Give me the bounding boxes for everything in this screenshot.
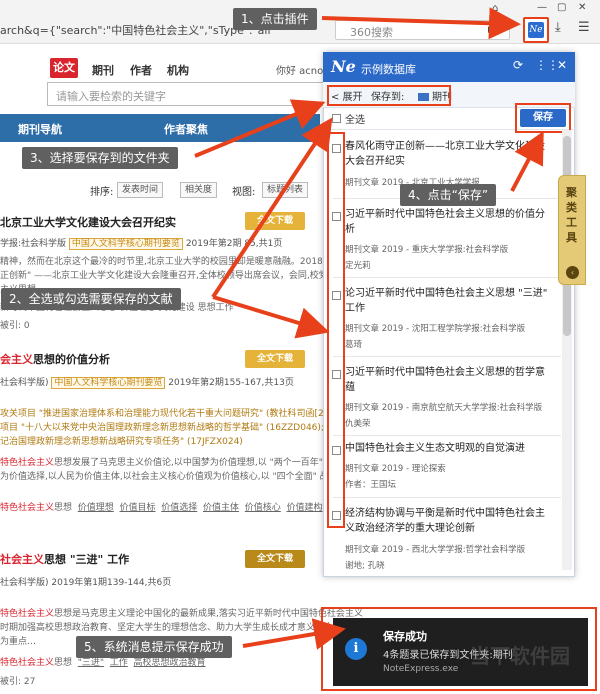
- view-title-list[interactable]: 标题列表: [262, 182, 309, 198]
- item-author: 谢地; 孔晓: [345, 561, 385, 571]
- noteexpress-plugin-button[interactable]: Ne: [523, 17, 549, 43]
- article-source[interactable]: 学报:社会科学版: [0, 239, 66, 249]
- fund-line: 记治国理政新理念新思想新战略研究专项任务" (17JFZX024): [0, 437, 243, 447]
- fulltext-download-button[interactable]: 全文下载: [245, 550, 305, 568]
- journal-nav-bar: 期刊导航 作者聚焦: [0, 114, 320, 142]
- abstract-line: 正创新" ——北京工业大学文化建设大会隆重召开,全体校领导出席会议，会同,校党委: [0, 271, 337, 281]
- sort-by-date[interactable]: 发表时间: [117, 182, 164, 198]
- toast-title: 保存成功: [383, 630, 427, 643]
- fund-line: 攻关项目 "推进国家治理体系和治理能力现代化若干重大问题研究" (教社科司函[2…: [0, 409, 341, 419]
- core-journal-tag: 中国人文科学核心期刊要览: [51, 377, 166, 389]
- fulltext-download-button[interactable]: 全文下载: [245, 212, 305, 230]
- tab-institutions[interactable]: 机构: [167, 62, 189, 78]
- item-author: 作者：王国坛: [345, 480, 397, 490]
- article-source[interactable]: 社会科学版): [0, 578, 49, 588]
- cited-label: 被引:: [0, 321, 22, 331]
- select-all-label[interactable]: 全选: [345, 111, 365, 126]
- select-all-checkbox[interactable]: [332, 114, 341, 123]
- item-title[interactable]: 中国特色社会主义生态文明观的自觉演进: [345, 441, 553, 456]
- item-meta: 期刊文章 2019 - 南京航空航天大学学报:社会科学版: [345, 403, 543, 413]
- cited-count: 0: [23, 321, 30, 331]
- tab-journals[interactable]: 期刊: [92, 62, 114, 78]
- info-icon: i: [345, 638, 367, 660]
- shirt-icon[interactable]: ⌂: [492, 3, 498, 14]
- close-window-icon[interactable]: ✕: [578, 2, 586, 13]
- keyword-search-input[interactable]: 请输入要检索的关键字: [47, 82, 330, 106]
- keyword-placeholder: 请输入要检索的关键字: [56, 90, 166, 103]
- core-journal-tag: 中国人文科学核心期刊要览: [68, 238, 183, 250]
- browser-search-placeholder: 360搜索: [350, 26, 393, 39]
- bookmark-icon[interactable]: ▸: [488, 22, 495, 37]
- sort-by-relevance[interactable]: 相关度: [180, 182, 218, 198]
- user-greeting[interactable]: 你好 acno: [276, 62, 323, 77]
- item-title[interactable]: 论习近平新时代中国特色社会主义思想 "三进" 工作: [345, 286, 553, 316]
- article-source[interactable]: 社会科学版): [0, 378, 49, 388]
- item-title[interactable]: 春风化雨守正创新——北京工业大学文化建设大会召开纪实: [345, 139, 553, 169]
- cluster-tools-label: 聚类工具: [566, 186, 577, 244]
- grid-icon[interactable]: ⋮⋮: [535, 58, 559, 72]
- article-pages: 85,共1页: [244, 239, 283, 249]
- fund-line: 项目 "十八大以来党中央治国理政新理念新思想新战略的哲学基础" (16ZZD04…: [0, 423, 333, 433]
- annotation-step3: 3、选择要保存到的文件夹: [22, 147, 178, 169]
- abstract-line: 特色社会主义思想是马克思主义理论中国化的最新成果,落实习近平新时代中国特色社会主…: [0, 609, 363, 619]
- keyword-line: 特色社会主义思想 价值理想 价值目标 价值选择 价值主体 价值核心 价值建构: [0, 503, 323, 513]
- nav-author-focus[interactable]: 作者聚焦: [164, 121, 208, 137]
- item-meta: 期刊文章 2019 - 沈阳工程学院学报:社会科学版: [345, 324, 526, 334]
- abstract-line: 精神，然而在北京这个最冷的时节里,北京工业大学的校园里却是暖意融融。2018年1…: [0, 257, 353, 267]
- abstract-line: 时期加强高校思想政治教育、坚定大学生的理想信念、助力大学生成长成才意义重大。为: [0, 623, 352, 633]
- abstract-line: 为价值选择,以人民为价值主体,以社会主义核心价值观为价值核心,以 "四个全面" …: [0, 472, 338, 482]
- item-title[interactable]: 习近平新时代中国特色社会主义思想的哲学意蕴: [345, 365, 553, 395]
- title-rest: 思想的价值分析: [33, 353, 110, 366]
- item-meta: 期刊文章 2019 - 重庆大学学报:社会科学版: [345, 245, 509, 255]
- item-author: 仇美荣: [345, 419, 371, 429]
- article-issue: 2019年第2期: [185, 239, 242, 249]
- cited-label: 被引:: [0, 677, 22, 687]
- cluster-tools-tab[interactable]: 聚类工具 ‹: [558, 175, 586, 285]
- watermark: 当下软件园: [470, 644, 570, 668]
- item-author: 定光莉: [345, 261, 371, 271]
- noteexpress-logo-icon: Ne: [528, 22, 544, 38]
- annotation-step1: 1、点击插件: [233, 8, 317, 30]
- refresh-icon[interactable]: ⟳: [513, 58, 523, 72]
- article-issue: 2019年第1期139-144,共6页: [51, 578, 172, 588]
- folder-highlight: [327, 85, 451, 106]
- panel-close-icon[interactable]: ✕: [557, 58, 567, 72]
- item-meta: 期刊文章 2019 - 西北大学学报:哲学社会科学版: [345, 545, 526, 555]
- item-title[interactable]: 经济结构协调与平衡是新时代中国特色社会主义政治经济学的重大理论创新: [345, 506, 553, 536]
- panel-title: 示例数据库: [361, 63, 416, 76]
- view-label: 视图:: [232, 187, 256, 198]
- item-meta: 期刊文章 2019 - 理论探索: [345, 464, 446, 474]
- collapse-icon[interactable]: ‹: [566, 266, 579, 279]
- download-icon[interactable]: ⤓: [555, 20, 561, 35]
- tab-papers[interactable]: 论文: [50, 58, 78, 78]
- sort-label: 排序:: [90, 187, 114, 198]
- checkbox-column-highlight: [327, 132, 345, 528]
- minimize-icon[interactable]: —: [537, 2, 547, 13]
- annotation-step5: 5、系统消息提示保存成功: [76, 636, 232, 658]
- annotation-step2: 2、全选或勾选需要保存的文献: [1, 288, 181, 310]
- item-author: 葛琦: [345, 340, 363, 350]
- abstract-line: 为重点…: [0, 637, 37, 647]
- cited-count: 27: [23, 677, 36, 687]
- tab-authors[interactable]: 作者: [130, 62, 152, 78]
- save-highlight: [515, 103, 571, 133]
- item-title[interactable]: 习近平新时代中国特色社会主义思想的价值分析: [345, 207, 553, 237]
- article-issue: 2019年第2期155-167,共13页: [168, 378, 294, 388]
- restore-icon[interactable]: ▢: [557, 2, 566, 13]
- menu-icon[interactable]: ☰: [578, 20, 590, 35]
- annotation-step4: 4、点击“保存”: [400, 184, 497, 206]
- panel-logo: Ne: [331, 57, 356, 76]
- browser-search-box[interactable]: 360搜索: [335, 20, 510, 40]
- article-title[interactable]: 北京工业大学文化建设大会召开纪实: [0, 214, 176, 230]
- article-title[interactable]: 会主义思想的价值分析: [0, 351, 110, 367]
- article-title[interactable]: 社会主义思想 "三进" 工作: [0, 551, 129, 567]
- fulltext-download-button[interactable]: 全文下载: [245, 350, 305, 368]
- title-highlight: 会主义: [0, 353, 33, 366]
- abstract-line: 特色社会主义思想发展了马克思主义价值论,以中国梦为价值理想,以 "两个一百年" …: [0, 458, 335, 468]
- toast-app: NoteExpress.exe: [383, 664, 459, 674]
- nav-journal-guide[interactable]: 期刊导航: [18, 121, 62, 137]
